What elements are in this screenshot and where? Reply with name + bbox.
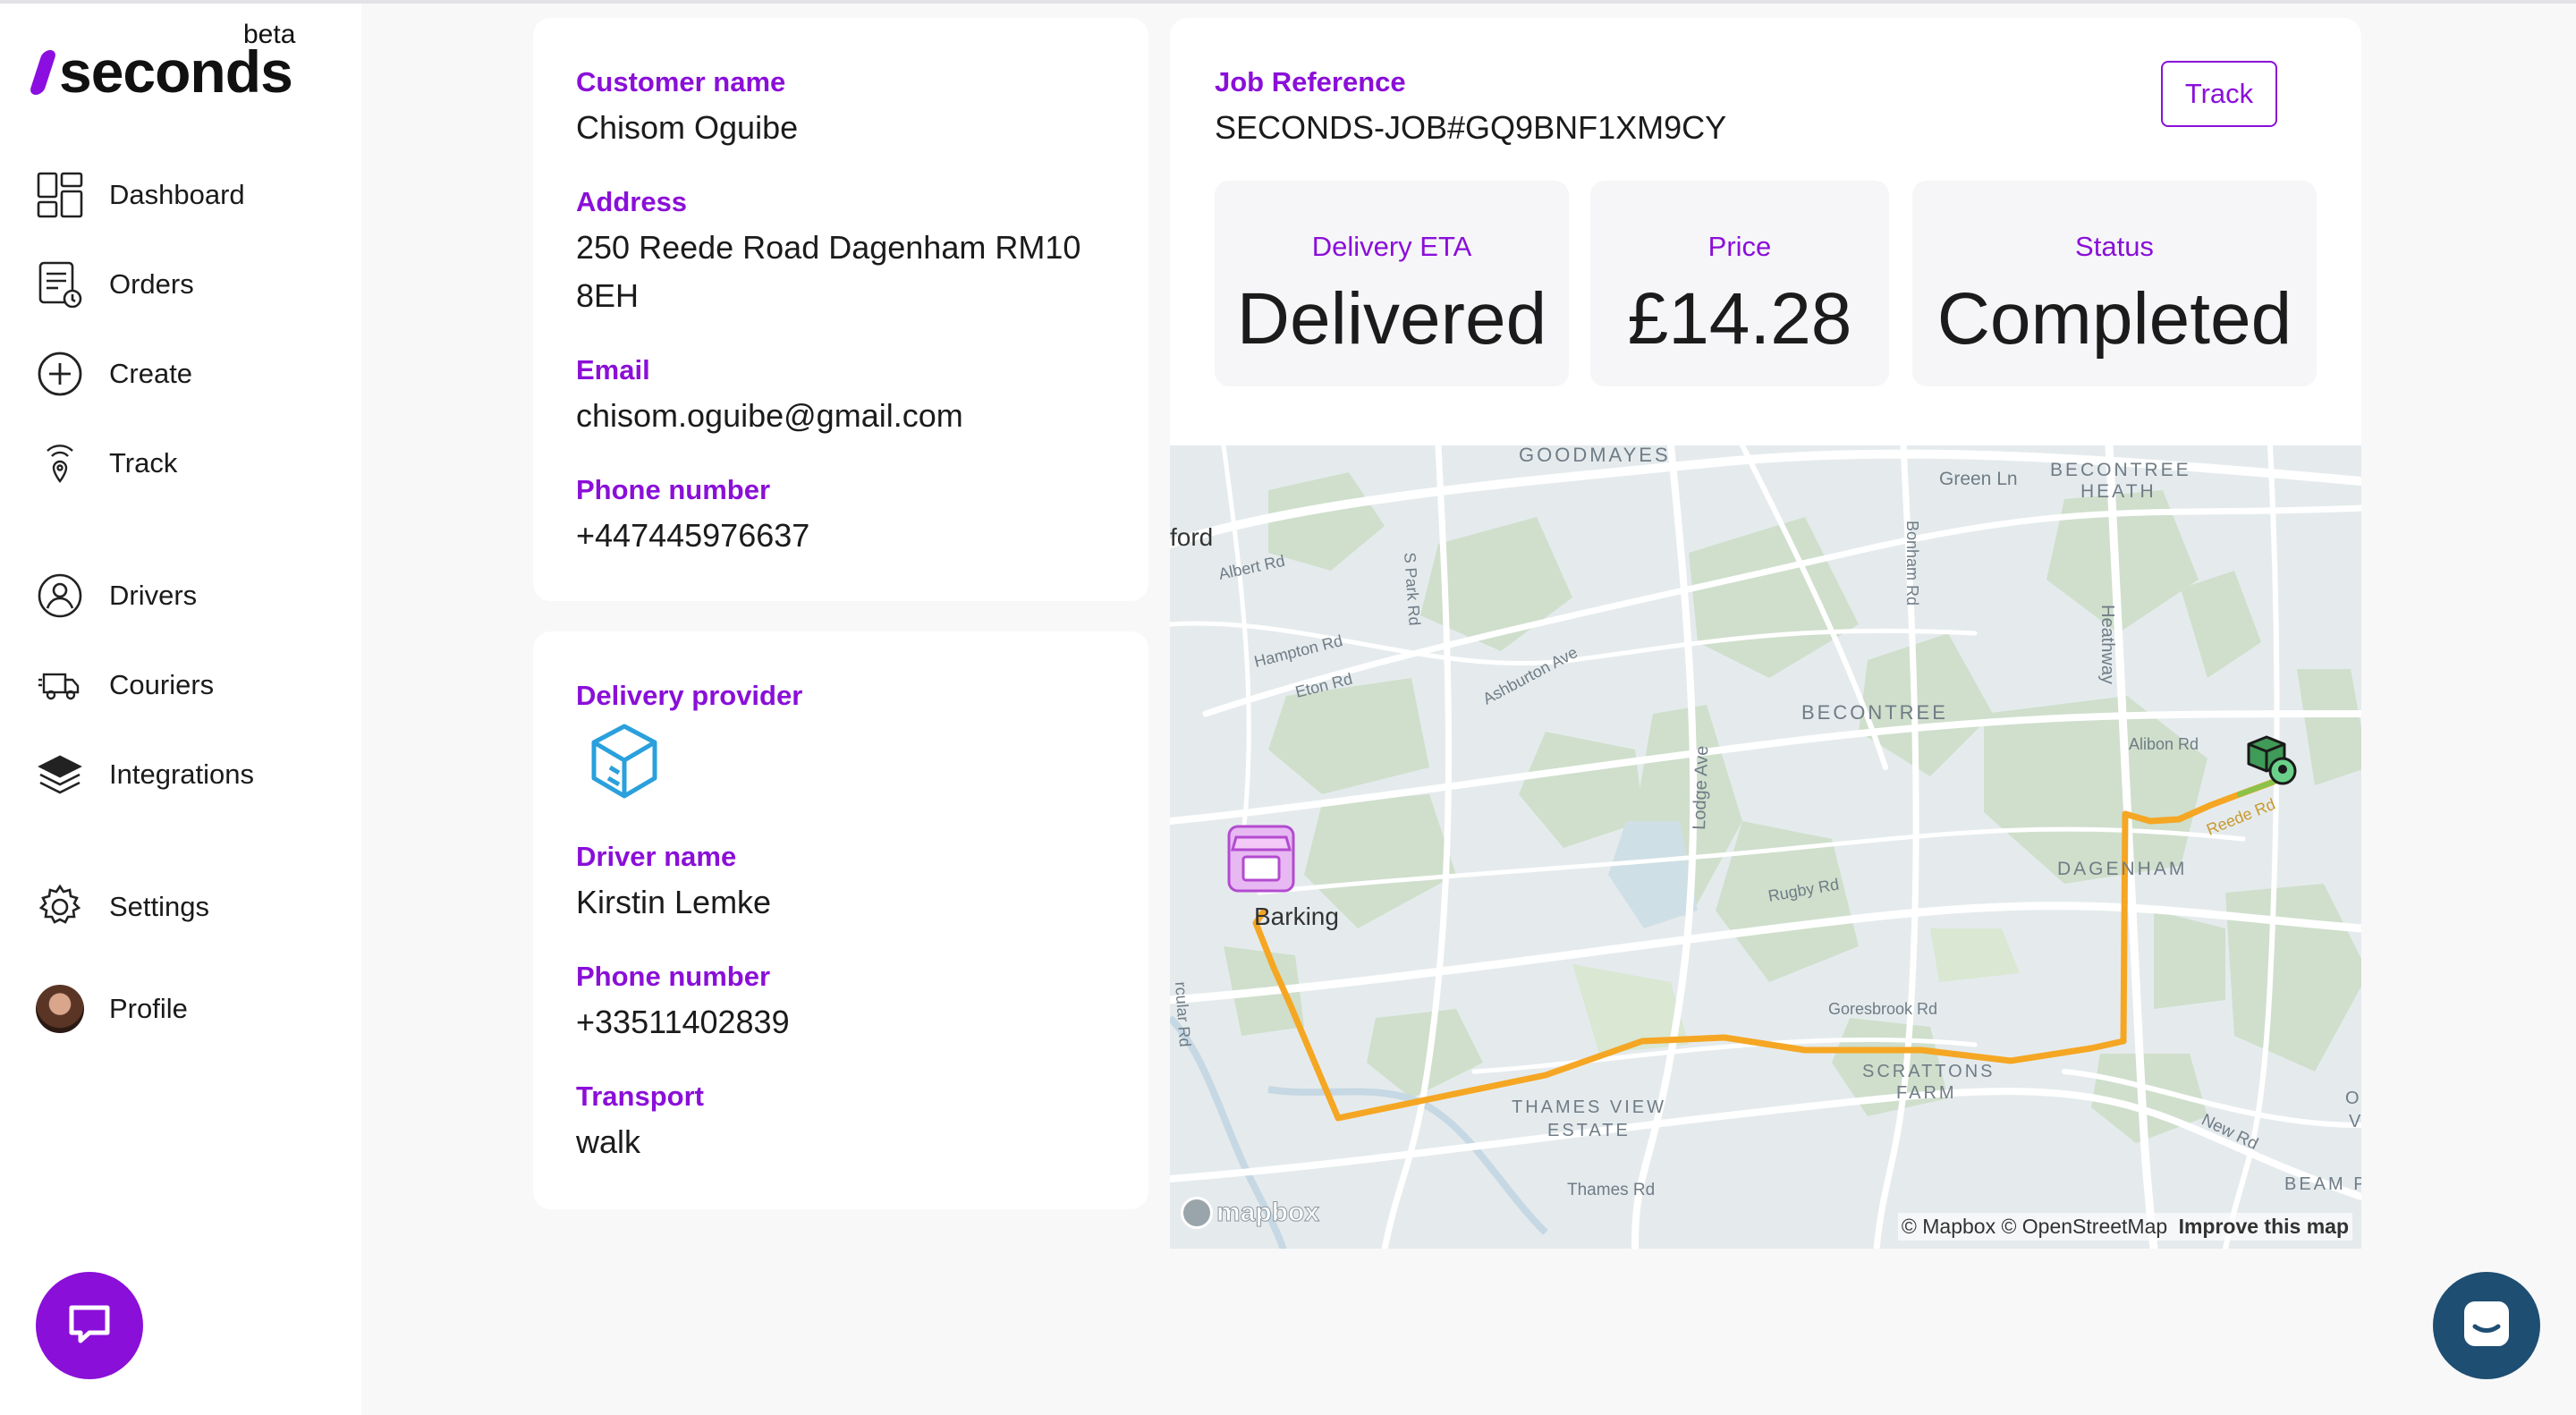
dashboard-icon [36,171,84,219]
svg-text:Lodge Ave: Lodge Ave [1690,745,1712,830]
messenger-icon [2459,1296,2514,1356]
beta-badge: beta [243,20,296,49]
job-reference: SECONDS-JOB#GQ9BNF1XM9CY [1215,109,1727,146]
svg-text:BECONTREE: BECONTREE [2050,460,2191,480]
svg-text:ford: ford [1170,523,1213,551]
sidebar-item-label: Couriers [109,669,215,700]
brand-logo[interactable]: seconds beta [28,20,317,105]
orders-icon [36,260,84,309]
top-border [0,0,2576,4]
sidebar-item-drivers[interactable]: Drivers [36,569,331,623]
price-tile: Price £14.28 [1590,181,1889,386]
courier-location-marker[interactable] [2243,733,2301,793]
status-tile: Status Completed [1912,181,2317,386]
support-chat-button[interactable] [36,1272,143,1379]
address-line-2: 8EH [576,277,640,314]
driver-name-label: Driver name [576,841,737,872]
svg-text:FARM: FARM [1896,1083,1957,1103]
sidebar-item-label: Drivers [109,580,198,611]
svg-text:O: O [2345,1089,2360,1108]
location-signal-icon [36,439,84,487]
svg-text:Bonham Rd: Bonham Rd [1903,521,1921,606]
driver-icon [36,572,84,620]
transport-value: walk [576,1123,641,1160]
delivery-eta-value: Delivered [1236,278,1547,360]
sidebar-item-dashboard[interactable]: Dashboard [36,168,331,222]
svg-text:Alibon Rd: Alibon Rd [2129,735,2199,753]
attribution-text[interactable]: © Mapbox © OpenStreetMap [1902,1215,2167,1238]
sidebar-item-label: Settings [109,891,210,922]
svg-text:THAMES VIEW: THAMES VIEW [1512,1097,1666,1117]
price-label: Price [1707,231,1772,262]
mapbox-logo[interactable]: mapbox [1181,1197,1320,1229]
customer-email: chisom.oguibe@gmail.com [576,397,963,434]
mapbox-logo-text: mapbox [1216,1198,1320,1228]
svg-text:Thames Rd: Thames Rd [1567,1181,1655,1199]
svg-text:GOODMAYES: GOODMAYES [1519,445,1671,466]
sidebar-item-profile[interactable]: Profile [36,982,331,1036]
svg-text:SCRATTONS: SCRATTONS [1862,1062,1996,1081]
customer-phone-label: Phone number [576,474,771,505]
customer-card: Customer name Chisom Oguibe Address 250 … [533,18,1148,601]
status-label: Status [2075,231,2154,262]
avatar [36,985,84,1033]
delivery-card: Delivery provider Driver name Kirstin Le… [533,631,1148,1209]
plus-circle-icon [36,350,84,398]
customer-name-label: Customer name [576,66,786,97]
svg-text:V: V [2349,1112,2361,1131]
svg-text:Barking: Barking [1254,902,1339,930]
customer-phone: +447445976637 [576,517,810,554]
job-reference-label: Job Reference [1215,66,1406,97]
delivery-provider-label: Delivery provider [576,680,803,711]
svg-text:Heathway: Heathway [2097,605,2117,684]
delivery-eta-label: Delivery ETA [1311,231,1472,262]
sidebar-item-label: Integrations [109,758,254,790]
sidebar-item-label: Orders [109,268,194,300]
map-canvas: GOODMAYES ford Green Ln BECONTREE HEATH … [1170,445,2361,1249]
transport-label: Transport [576,1080,704,1112]
box-provider-icon [589,721,660,806]
sidebar-item-couriers[interactable]: Couriers [36,658,331,712]
sidebar-item-track[interactable]: Track [36,436,331,490]
svg-text:ESTATE: ESTATE [1547,1121,1631,1140]
mapbox-logo-icon [1181,1197,1213,1229]
driver-name: Kirstin Lemke [576,884,772,920]
sidebar-item-label: Track [109,447,178,479]
customer-name: Chisom Oguibe [576,109,799,146]
svg-text:DAGENHAM: DAGENHAM [2057,859,2187,879]
svg-text:Green Ln: Green Ln [1939,469,2018,489]
layers-icon [36,750,84,799]
svg-text:BEAM P: BEAM P [2284,1174,2361,1194]
sidebar-item-integrations[interactable]: Integrations [36,748,331,801]
svg-text:HEATH: HEATH [2080,481,2157,502]
truck-icon [36,661,84,709]
svg-text:Goresbrook Rd: Goresbrook Rd [1828,1000,1937,1018]
status-value: Completed [1936,278,2292,360]
sidebar: seconds beta Dashboard Orders Create Tra… [0,4,361,1415]
sidebar-item-orders[interactable]: Orders [36,258,331,311]
map-attribution: © Mapbox © OpenStreetMap Improve this ma… [1897,1213,2352,1241]
track-button[interactable]: Track [2161,61,2277,127]
delivery-eta-tile: Delivery ETA Delivered [1215,181,1569,386]
route-map[interactable]: GOODMAYES ford Green Ln BECONTREE HEATH … [1170,445,2361,1249]
address-label: Address [576,186,688,217]
sidebar-item-settings[interactable]: Settings [36,880,331,934]
sidebar-item-label: Create [109,358,193,389]
sidebar-item-label: Profile [109,993,188,1024]
logo-mark [28,50,58,95]
job-card: Job Reference SECONDS-JOB#GQ9BNF1XM9CY T… [1170,18,2361,483]
chat-bubble-icon [63,1297,116,1355]
svg-text:BECONTREE: BECONTREE [1801,701,1948,724]
gear-icon [36,883,84,931]
improve-map-link[interactable]: Improve this map [2179,1215,2349,1238]
driver-phone-label: Phone number [576,961,771,992]
sidebar-item-create[interactable]: Create [36,347,331,401]
messenger-launcher-button[interactable] [2433,1272,2540,1379]
sidebar-item-label: Dashboard [109,179,245,210]
price-value: £14.28 [1627,278,1852,360]
driver-phone: +33511402839 [576,1004,790,1040]
pickup-store-marker[interactable] [1224,821,1299,901]
address-line-1: 250 Reede Road Dagenham RM10 [576,229,1081,266]
email-label: Email [576,354,650,386]
